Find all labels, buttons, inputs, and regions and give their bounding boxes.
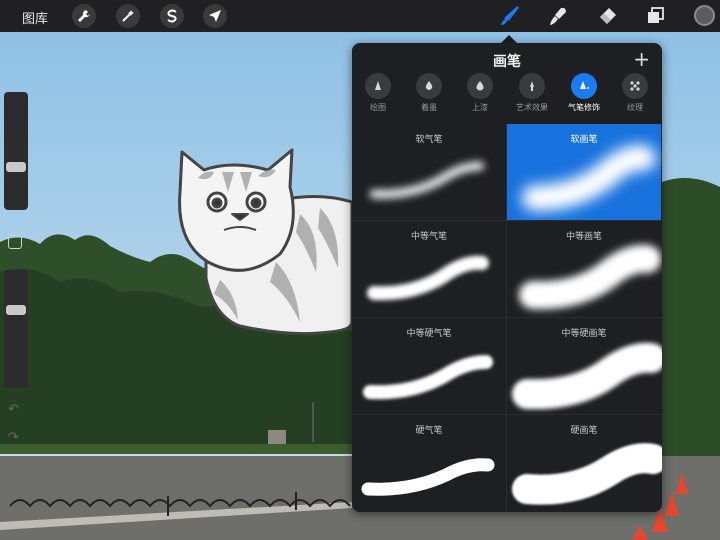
transform-arrow-icon[interactable] bbox=[203, 4, 227, 28]
opacity-knob[interactable] bbox=[6, 305, 26, 315]
category-inking[interactable]: 着墨 bbox=[403, 73, 455, 113]
wrench-icon[interactable] bbox=[72, 4, 96, 28]
panel-title: 画笔 bbox=[493, 54, 521, 70]
brush-medium-hard-brush[interactable]: 中等硬画笔 bbox=[507, 318, 662, 414]
category-drawing[interactable]: 绘图 bbox=[352, 73, 404, 113]
top-toolbar: 图库 bbox=[0, 0, 720, 32]
category-painting[interactable]: 上漆 bbox=[454, 73, 506, 113]
brush-medium-brush[interactable]: 中等画笔 bbox=[507, 221, 661, 317]
color-picker-button[interactable] bbox=[694, 5, 715, 26]
selection-s-icon[interactable] bbox=[160, 4, 184, 28]
art-brush-icon bbox=[519, 73, 545, 99]
brush-medium-airbrush[interactable]: 中等气笔 bbox=[352, 221, 506, 317]
redo-icon[interactable]: ↷ bbox=[8, 430, 19, 445]
category-textures[interactable]: 纹理 bbox=[609, 73, 661, 113]
brush-hard-airbrush[interactable]: 硬气笔 bbox=[352, 415, 506, 511]
grid-divider bbox=[352, 220, 662, 221]
brush-category-bar: 绘图 着墨 上漆 艺术效果 气笔修饰 纹理 bbox=[352, 73, 662, 119]
magic-wand-icon[interactable] bbox=[116, 4, 140, 28]
undo-icon[interactable]: ↶ bbox=[8, 402, 19, 417]
smudge-icon[interactable] bbox=[545, 4, 571, 28]
pencil-tip-icon bbox=[365, 73, 391, 99]
brush-library-panel: 画笔 + 绘图 着墨 上漆 艺术效果 气笔修饰 纹理 软气笔 软画笔 中等气笔 … bbox=[352, 43, 662, 512]
left-sidebar: ↶ ↷ bbox=[4, 92, 28, 445]
grid-divider bbox=[506, 124, 507, 512]
brush-grid: 软气笔 软画笔 中等气笔 中等画笔 中等硬气笔 中等硬画笔 硬气笔 硬画笔 bbox=[352, 124, 662, 512]
eraser-icon[interactable] bbox=[594, 4, 620, 28]
brush-hard-brush[interactable]: 硬画笔 bbox=[507, 415, 662, 511]
brush-soft-airbrush[interactable]: 软气笔 bbox=[352, 124, 506, 220]
brush-soft-brush[interactable]: 软画笔 bbox=[507, 124, 661, 220]
grid-divider bbox=[352, 317, 662, 318]
airbrush-icon bbox=[571, 73, 597, 99]
brush-icon[interactable] bbox=[496, 4, 522, 28]
ink-drop-icon bbox=[416, 73, 442, 99]
layers-icon[interactable] bbox=[642, 4, 668, 28]
modify-square-button[interactable] bbox=[8, 235, 22, 249]
add-brush-button[interactable]: + bbox=[633, 49, 650, 69]
category-artistic[interactable]: 艺术效果 bbox=[506, 73, 558, 113]
brush-size-knob[interactable] bbox=[6, 162, 26, 172]
texture-dots-icon bbox=[622, 73, 648, 99]
gallery-button[interactable]: 图库 bbox=[22, 8, 48, 27]
opacity-slider[interactable] bbox=[4, 270, 28, 388]
brush-size-slider[interactable] bbox=[4, 92, 28, 210]
category-airbrushing[interactable]: 气笔修饰 bbox=[558, 73, 610, 113]
brush-medium-hard-airbrush[interactable]: 中等硬气笔 bbox=[352, 318, 506, 414]
paint-drop-icon bbox=[467, 73, 493, 99]
grid-divider bbox=[352, 414, 662, 415]
